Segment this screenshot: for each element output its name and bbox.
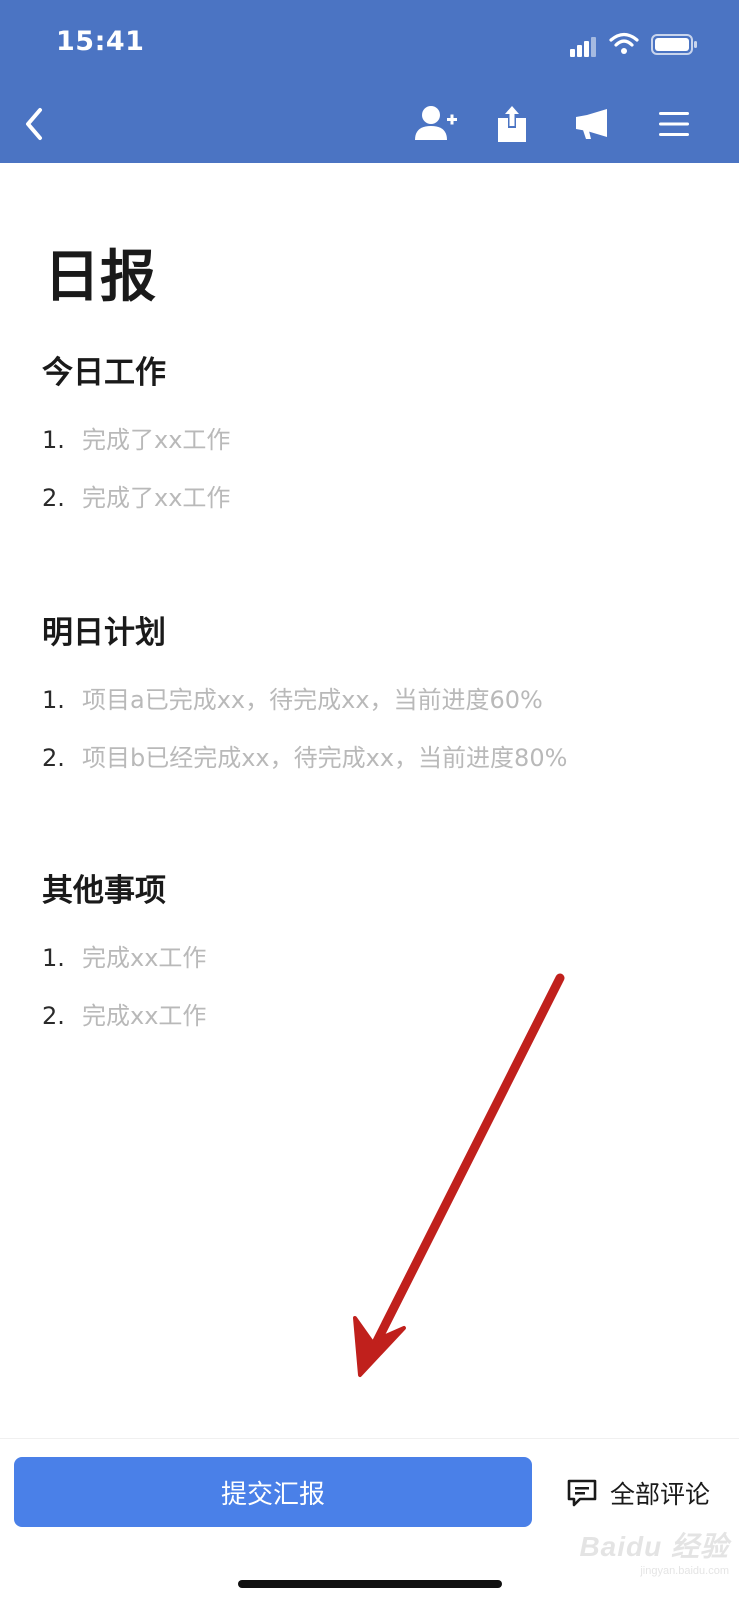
list-item-text: 完成xx工作 — [82, 1002, 207, 1030]
list-item-number: 2. — [42, 1002, 65, 1030]
section-heading-today[interactable]: 今日工作 — [42, 358, 166, 389]
all-comments-button[interactable]: 全部评论 — [566, 1473, 710, 1513]
status-indicators — [569, 30, 709, 60]
report-editor-screen: 15:41 日报 今日工作 1. 完成了xx工作 2. 完成了xx工作 明日计划… — [0, 0, 739, 1600]
all-comments-label: 全部评论 — [610, 1480, 711, 1509]
list-item-text: 项目b已经完成xx，待完成xx，当前进度80% — [82, 744, 568, 772]
share-button[interactable] — [488, 100, 536, 148]
submit-report-button[interactable]: 提交汇报 — [14, 1457, 532, 1527]
list-item[interactable]: 2. 项目b已经完成xx，待完成xx，当前进度80% — [42, 746, 567, 770]
share-icon — [498, 106, 526, 142]
wifi-icon — [609, 32, 639, 54]
back-chevron-icon — [26, 108, 42, 140]
list-item[interactable]: 1. 完成了xx工作 — [42, 428, 230, 452]
back-button[interactable] — [10, 100, 58, 148]
status-time: 15:41 — [56, 26, 145, 57]
bottom-action-bar: 提交汇报 全部评论 — [0, 1438, 739, 1600]
list-item-text: 完成xx工作 — [82, 944, 207, 972]
list-item-number: 1. — [42, 426, 65, 454]
battery-icon — [651, 34, 697, 55]
list-item-number: 2. — [42, 744, 65, 772]
comment-icon — [567, 1479, 597, 1507]
add-member-button[interactable] — [412, 100, 460, 148]
top-header: 15:41 — [0, 0, 739, 163]
megaphone-icon — [576, 109, 607, 139]
menu-button[interactable] — [650, 100, 698, 148]
home-indicator[interactable] — [238, 1580, 502, 1588]
document-title[interactable]: 日报 — [44, 250, 156, 306]
list-item-number: 2. — [42, 484, 65, 512]
list-item-text: 完成了xx工作 — [82, 426, 231, 454]
menu-icon — [659, 112, 689, 136]
list-item[interactable]: 2. 完成了xx工作 — [42, 486, 230, 510]
announcement-button[interactable] — [568, 100, 616, 148]
list-item-text: 完成了xx工作 — [82, 484, 231, 512]
section-heading-other[interactable]: 其他事项 — [42, 876, 166, 907]
list-item-number: 1. — [42, 944, 65, 972]
cellular-signal-icon — [570, 37, 596, 57]
section-heading-tomorrow[interactable]: 明日计划 — [42, 618, 166, 649]
list-item[interactable]: 2. 完成xx工作 — [42, 1004, 206, 1028]
list-item[interactable]: 1. 完成xx工作 — [42, 946, 206, 970]
list-item-text: 项目a已完成xx，待完成xx，当前进度60% — [82, 686, 543, 714]
annotation-arrow — [353, 973, 565, 1377]
list-item-number: 1. — [42, 686, 65, 714]
list-item[interactable]: 1. 项目a已完成xx，待完成xx，当前进度60% — [42, 688, 543, 712]
add-member-icon — [415, 106, 457, 140]
